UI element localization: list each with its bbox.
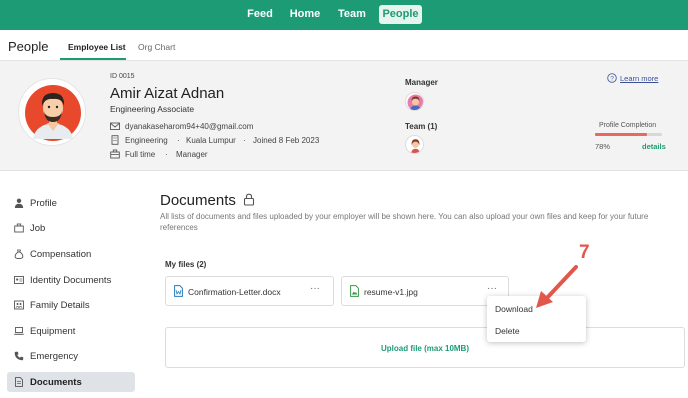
file-card[interactable]: Confirmation-Letter.docx ···: [165, 276, 334, 306]
family-icon: [14, 300, 24, 310]
profile-header: ID 0015 Amir Aizat Adnan Engineering Ass…: [0, 61, 688, 171]
upload-dropzone[interactable]: Upload file (max 10MB): [165, 327, 685, 368]
learn-more-link[interactable]: Learn more: [620, 74, 658, 83]
lock-icon: [243, 193, 255, 206]
money-bag-icon: [14, 249, 24, 259]
step-annotation-number: 7: [579, 242, 590, 263]
tab-org-chart[interactable]: Org Chart: [138, 42, 175, 52]
document-icon: [15, 377, 23, 387]
active-tab-indicator: [60, 58, 126, 60]
person-icon: [14, 198, 24, 208]
profile-details-link[interactable]: details: [642, 142, 666, 151]
word-file-icon: [174, 285, 183, 297]
my-files-label: My files (2): [165, 260, 207, 269]
sidebar-item-label: Documents: [30, 377, 82, 388]
top-navigation-bar: Feed Home Team People: [0, 0, 688, 30]
sidebar-item-documents[interactable]: Documents: [7, 372, 135, 392]
svg-text:?: ?: [610, 75, 614, 82]
email-icon: [110, 122, 120, 130]
annotation-arrow-icon: [536, 265, 578, 308]
sidebar-item-identity-documents[interactable]: Identity Documents: [7, 270, 135, 290]
help-circle-icon[interactable]: ?: [607, 73, 617, 83]
manager-label: Manager: [405, 78, 438, 87]
building-icon: [111, 135, 119, 145]
nav-people[interactable]: People: [379, 5, 422, 24]
employee-name: Amir Aizat Adnan: [110, 85, 225, 102]
nav-feed[interactable]: Feed: [244, 5, 276, 24]
file-name: Confirmation-Letter.docx: [188, 287, 281, 297]
profile-completion-bar-fill: [595, 133, 648, 136]
sidebar-item-label: Equipment: [30, 326, 76, 337]
documents-title: Documents: [160, 192, 236, 209]
sub-navigation: People Employee List Org Chart: [0, 30, 688, 61]
profile-completion-bar: [595, 133, 662, 136]
sidebar-item-label: Emergency: [30, 351, 79, 362]
file-card[interactable]: resume-v1.jpg ···: [341, 276, 509, 306]
briefcase-icon: [14, 223, 24, 233]
employee-location: Kuala Lumpur: [186, 136, 236, 145]
sidebar-item-compensation[interactable]: Compensation: [7, 244, 135, 264]
briefcase-icon: [110, 149, 120, 159]
nav-team[interactable]: Team: [334, 5, 370, 24]
phone-icon: [14, 351, 24, 361]
file-name: resume-v1.jpg: [364, 287, 418, 297]
download-menu-item[interactable]: Download: [495, 304, 533, 314]
laptop-icon: [14, 327, 24, 335]
profile-completion-label: Profile Completion: [599, 122, 657, 129]
employee-role: Engineering Associate: [110, 104, 195, 114]
employee-joined-date: Joined 8 Feb 2023: [253, 136, 320, 145]
profile-completion-value: 78%: [595, 142, 611, 151]
id-card-icon: [14, 276, 24, 284]
documents-description-continued: references: [160, 223, 198, 232]
image-file-icon: [350, 285, 359, 297]
team-member-avatar[interactable]: [405, 135, 424, 154]
sidebar-item-job[interactable]: Job: [7, 218, 135, 238]
file-more-options-button[interactable]: ···: [310, 283, 320, 294]
job-level: Manager: [176, 150, 208, 159]
employment-type: Full time: [125, 150, 156, 159]
documents-description: All lists of documents and files uploade…: [160, 212, 649, 221]
sidebar-item-equipment[interactable]: Equipment: [7, 321, 135, 341]
upload-file-button[interactable]: Upload file (max 10MB): [166, 344, 684, 353]
employee-id: ID 0015: [110, 73, 135, 80]
sidebar-item-label: Family Details: [30, 300, 90, 311]
sidebar-item-label: Compensation: [30, 249, 92, 260]
sidebar-item-label: Profile: [30, 198, 57, 209]
sidebar-item-label: Job: [30, 223, 46, 234]
manager-avatar[interactable]: [405, 92, 424, 111]
sidebar-item-emergency[interactable]: Emergency: [7, 346, 135, 366]
nav-home[interactable]: Home: [287, 5, 323, 24]
team-label: Team (1): [405, 122, 438, 131]
page-title: People: [8, 39, 49, 54]
tab-employee-list[interactable]: Employee List: [68, 42, 126, 52]
file-more-options-button[interactable]: ···: [487, 283, 497, 294]
sidebar-item-label: Identity Documents: [30, 275, 112, 286]
sidebar-item-family-details[interactable]: Family Details: [7, 295, 135, 315]
employee-email: dyanakaseharom94+40@gmail.com: [125, 122, 254, 131]
employee-avatar: [18, 78, 86, 146]
employee-department: Engineering: [125, 136, 168, 145]
delete-menu-item[interactable]: Delete: [495, 326, 520, 336]
sidebar-item-profile[interactable]: Profile: [7, 193, 135, 213]
